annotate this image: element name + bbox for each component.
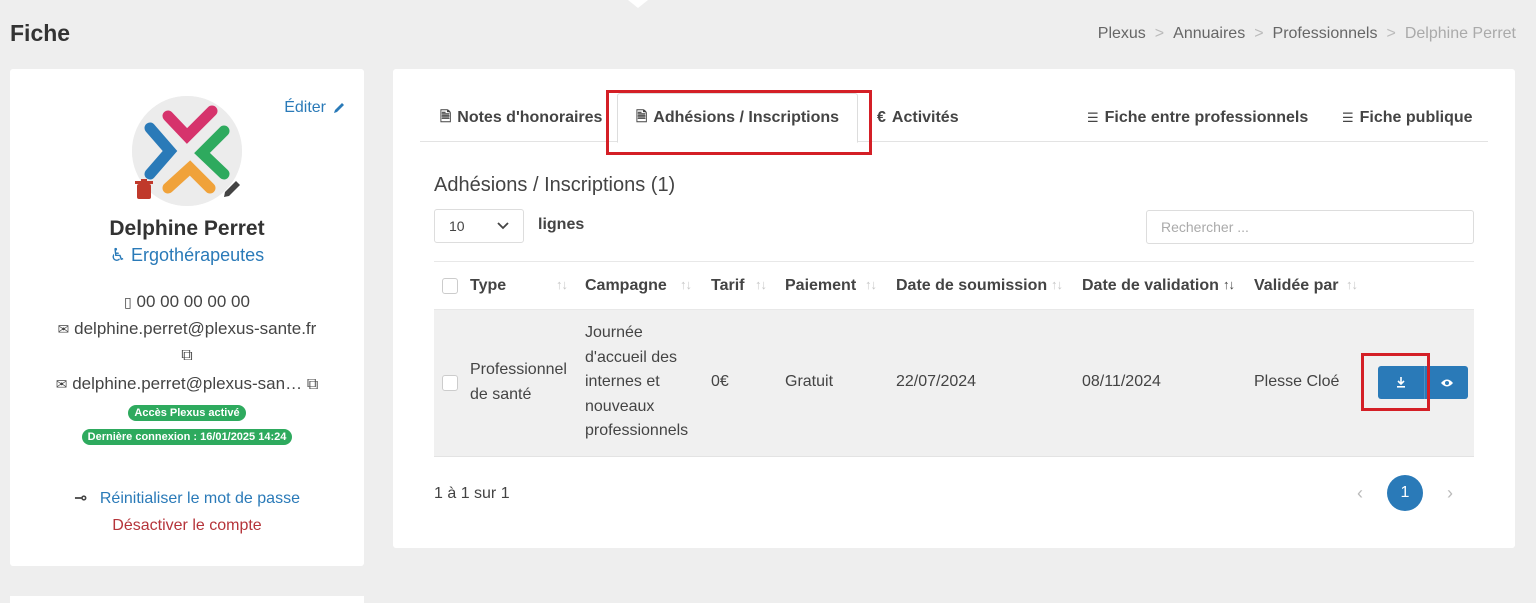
phone-line: ▯ 00 00 00 00 00 (10, 292, 364, 312)
download-icon (1397, 377, 1405, 388)
cell-validee-par: Plesse Cloé (1254, 373, 1340, 390)
profile-specialty[interactable]: ♿ Ergothérapeutes (10, 245, 364, 266)
secure-mail-icon: ✉ (55, 376, 68, 392)
registrations-table: Type ↑↓ Campagne ↑↓ Tarif ↑↓ Paiement ↑↓… (434, 261, 1474, 457)
top-notch (628, 0, 648, 8)
rows-label: lignes (538, 216, 585, 233)
main-card: 🗎 Notes d'honoraires 🗎 Adhésions / Inscr… (393, 69, 1515, 548)
cell-campagne: Journée d'accueil des internes et nouvea… (585, 324, 689, 439)
column-header-campagne[interactable]: Campagne (585, 262, 667, 310)
edit-label: Éditer (284, 99, 326, 116)
table-info: 1 à 1 sur 1 (434, 485, 510, 502)
sort-icon[interactable]: ↑↓ (865, 277, 877, 292)
cell-tarif: 0€ (711, 373, 729, 390)
sort-icon[interactable]: ↑↓ (1346, 277, 1358, 292)
table-row: Professionnel de santé Journée d'accueil… (434, 310, 1474, 457)
last-login-label: Dernière connexion : 16/01/2025 14:24 (81, 429, 293, 445)
tab-fiche-entre-professionnels[interactable]: ☰ Fiche entre professionnels (1087, 93, 1308, 142)
access-badge-label: Accès Plexus activé (128, 405, 246, 421)
table-header: Type ↑↓ Campagne ↑↓ Tarif ↑↓ Paiement ↑↓… (434, 261, 1474, 310)
breadcrumb-item-professionnels[interactable]: Professionnels (1273, 25, 1378, 43)
secure-email-address[interactable]: delphine.perret@plexus-san… (72, 374, 302, 393)
row-checkbox[interactable] (442, 375, 458, 391)
document-search-icon: 🗎 (440, 107, 452, 124)
breadcrumb: Plexus > Annuaires > Professionnels > De… (1098, 25, 1516, 43)
page-1-button[interactable]: 1 (1387, 475, 1423, 511)
breadcrumb-separator: > (1154, 25, 1165, 42)
card-stub (10, 596, 364, 603)
column-header-type[interactable]: Type (470, 262, 506, 310)
envelope-icon: ✉ (57, 321, 70, 337)
tab-notes-honoraires[interactable]: 🗎 Notes d'honoraires (440, 93, 602, 142)
contact-card-icon: ☰ (1342, 109, 1354, 125)
eye-icon (1440, 379, 1453, 386)
column-header-paiement[interactable]: Paiement (785, 262, 856, 310)
accessibility-icon: ♿ (109, 245, 127, 265)
profile-card: Éditer Delphine Perret ♿ Ergothérapeutes… (10, 69, 364, 566)
tab-label: Fiche publique (1359, 108, 1473, 126)
breadcrumb-separator: > (1386, 25, 1396, 42)
tab-label: Adhésions / Inscriptions (653, 109, 840, 126)
view-button[interactable] (1424, 366, 1468, 399)
column-header-validee-par[interactable]: Validée par (1254, 262, 1339, 310)
select-all-checkbox[interactable] (442, 278, 458, 294)
mobile-phone-icon: ▯ (124, 294, 132, 310)
tab-adhesions-inscriptions[interactable]: 🗎 Adhésions / Inscriptions (617, 93, 859, 143)
copy-icon[interactable]: ⧉ (181, 347, 192, 364)
copy-email-line: ⧉ (10, 345, 364, 365)
tab-label: Notes d'honoraires (457, 108, 603, 126)
breadcrumb-item-annuaires[interactable]: Annuaires (1173, 25, 1245, 43)
breadcrumb-item-current: Delphine Perret (1404, 25, 1516, 42)
email-address[interactable]: delphine.perret@plexus-sante.fr (74, 319, 316, 338)
column-header-date-soumission[interactable]: Date de soumission (896, 262, 1047, 310)
cell-type: Professionnel de santé (470, 361, 567, 403)
reset-password-label: Réinitialiser le mot de passe (99, 490, 300, 507)
trash-icon[interactable] (135, 179, 153, 199)
access-badge: Accès Plexus activé (10, 403, 364, 421)
key-icon: ⊸ (74, 490, 88, 507)
tab-label: Fiche entre professionnels (1104, 108, 1309, 126)
pagination: ‹ 1 › (1353, 475, 1457, 511)
email-line: ✉ delphine.perret@plexus-sante.fr (10, 319, 364, 339)
column-header-tarif[interactable]: Tarif (711, 262, 744, 310)
last-login-badge: Dernière connexion : 16/01/2025 14:24 (10, 427, 364, 445)
next-page-icon[interactable]: › (1443, 483, 1457, 504)
document-search-icon: 🗎 (636, 108, 648, 124)
download-button[interactable] (1378, 366, 1424, 399)
section-title: Adhésions / Inscriptions (1) (434, 174, 676, 196)
breadcrumb-separator: > (1254, 25, 1264, 42)
secure-email-line: ✉ delphine.perret@plexus-san… ⧉ (10, 374, 364, 394)
profile-name: Delphine Perret (109, 217, 265, 240)
disable-account-link[interactable]: Désactiver le compte (10, 517, 364, 535)
chevron-down-icon (497, 222, 509, 230)
sort-icon[interactable]: ↑↓ (755, 277, 767, 292)
euro-icon: € (877, 108, 886, 126)
breadcrumb-item-plexus[interactable]: Plexus (1098, 25, 1146, 43)
tab-fiche-publique[interactable]: ☰ Fiche publique (1342, 93, 1473, 142)
cell-date-validation: 08/11/2024 (1082, 373, 1161, 390)
phone-number: 00 00 00 00 00 (136, 292, 250, 311)
sort-active-icon[interactable]: ↑↓ (1223, 277, 1235, 292)
edit-profile-link[interactable]: Éditer (284, 99, 346, 117)
tab-activites[interactable]: € Activités (877, 93, 959, 142)
sort-icon[interactable]: ↑↓ (556, 277, 568, 292)
search-input[interactable] (1146, 210, 1474, 244)
copy-secure-email-icon[interactable]: ⧉ (307, 376, 318, 393)
column-header-date-validation[interactable]: Date de validation (1082, 262, 1219, 310)
rows-per-page-select[interactable]: 10 (434, 209, 524, 243)
sort-icon[interactable]: ↑↓ (680, 277, 692, 292)
tab-bar: 🗎 Notes d'honoraires 🗎 Adhésions / Inscr… (420, 93, 1488, 143)
specialty-label: Ergothérapeutes (131, 245, 265, 265)
cell-paiement: Gratuit (785, 373, 834, 390)
tab-label: Activités (891, 108, 959, 126)
sort-icon[interactable]: ↑↓ (1051, 277, 1063, 292)
contact-card-icon: ☰ (1087, 109, 1099, 125)
reset-password-link[interactable]: ⊸ Réinitialiser le mot de passe (10, 488, 364, 508)
cell-date-soumission: 22/07/2024 (896, 373, 977, 390)
pencil-icon (334, 103, 344, 113)
page-title: Fiche (10, 20, 71, 46)
rows-value: 10 (449, 218, 465, 234)
edit-avatar-pencil-icon[interactable] (222, 179, 242, 199)
previous-page-icon[interactable]: ‹ (1353, 483, 1367, 504)
